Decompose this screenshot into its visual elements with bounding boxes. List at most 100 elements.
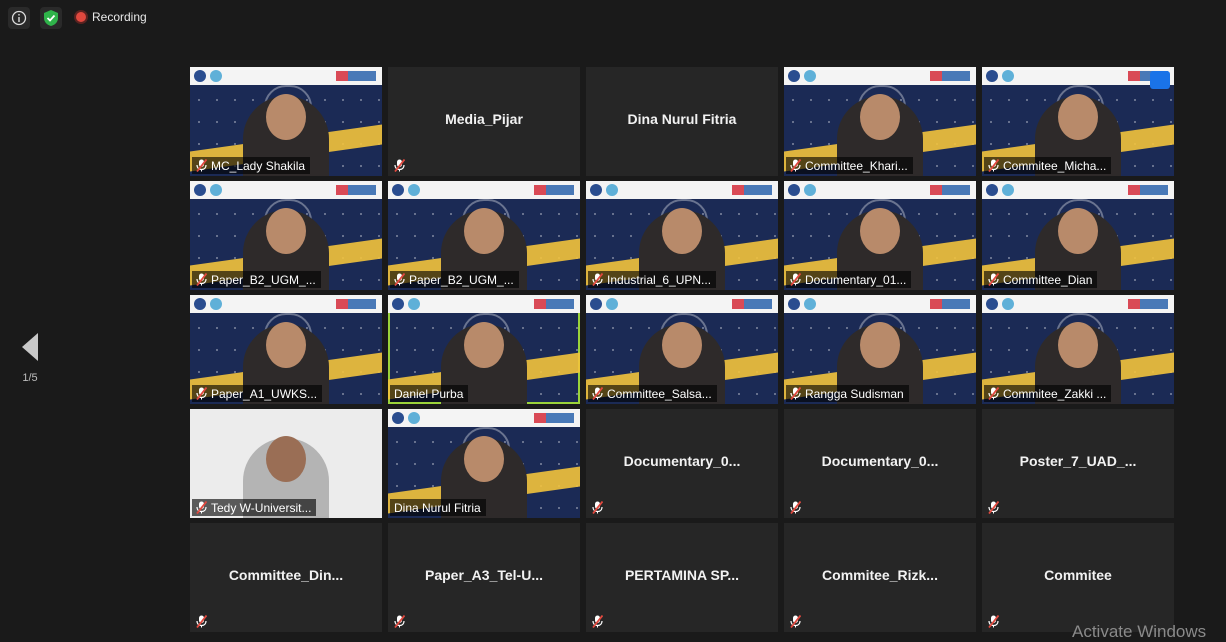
sponsor-banner (190, 67, 382, 85)
muted-mic-icon (196, 501, 207, 514)
participant-tile[interactable]: Commitee_Zakki ... (982, 295, 1174, 404)
participant-label (984, 613, 1004, 630)
muted-mic-icon (196, 387, 207, 400)
muted-mic-icon (196, 159, 207, 172)
participant-label (786, 613, 806, 630)
participant-tile[interactable]: Industrial_6_UPN... (586, 181, 778, 290)
participant-name: Paper_B2_UGM_... (409, 272, 514, 287)
participant-label (588, 157, 597, 174)
participant-tile[interactable]: Rangga Sudisman (784, 295, 976, 404)
muted-mic-icon (592, 501, 603, 514)
participant-tile[interactable]: Daniel Purba (388, 295, 580, 404)
participant-name-center: Media_Pijar (445, 111, 523, 127)
sponsor-banner (784, 67, 976, 85)
recording-dot-icon (76, 12, 86, 22)
participant-label (984, 499, 1004, 516)
muted-mic-icon (988, 387, 999, 400)
muted-mic-icon (394, 615, 405, 628)
recording-indicator[interactable]: Recording (76, 10, 147, 24)
participant-label: Commitee_Micha... (984, 157, 1112, 174)
participant-name-center: Documentary_0... (623, 453, 741, 469)
participant-name-center: Commitee (1044, 567, 1112, 583)
sponsor-banner (982, 67, 1174, 85)
previous-page-arrow-icon[interactable] (20, 332, 40, 362)
participant-tile[interactable]: PERTAMINA SP... (586, 523, 778, 632)
participant-tile[interactable]: Documentary_0... (784, 409, 976, 518)
participant-name: Committee_Khari... (805, 158, 908, 173)
muted-mic-icon (988, 501, 999, 514)
muted-mic-icon (790, 159, 801, 172)
participant-label (588, 613, 608, 630)
participant-name-center: Poster_7_UAD_... (1019, 453, 1137, 469)
participant-tile[interactable]: Committee_Khari... (784, 67, 976, 176)
muted-mic-icon (592, 615, 603, 628)
participant-tile[interactable]: Tedy W-Universit... (190, 409, 382, 518)
sponsor-banner (190, 181, 382, 199)
muted-mic-icon (196, 615, 207, 628)
shield-check-icon[interactable] (40, 7, 62, 29)
muted-mic-icon (790, 387, 801, 400)
participant-name: MC_Lady Shakila (211, 158, 306, 173)
participant-tile[interactable]: Commitee (982, 523, 1174, 632)
participant-tile[interactable]: Committee_Dian (982, 181, 1174, 290)
muted-mic-icon (790, 501, 801, 514)
participant-name-center: Commitee_Rizk... (822, 567, 938, 583)
participant-name: Paper_A1_UWKS... (211, 386, 318, 401)
participant-tile[interactable]: MC_Lady Shakila (190, 67, 382, 176)
sponsor-banner (388, 295, 580, 313)
sponsor-banner (784, 295, 976, 313)
participant-tile[interactable]: Documentary_0... (586, 409, 778, 518)
participant-name: Paper_B2_UGM_... (211, 272, 316, 287)
participant-tile[interactable]: Committee_Din... (190, 523, 382, 632)
activate-windows-watermark: Activate Windows (1072, 622, 1207, 641)
participant-label: Daniel Purba (390, 385, 469, 402)
participant-name: Rangga Sudisman (805, 386, 904, 401)
gallery-pager: 1/5 (14, 332, 46, 384)
participant-name: Committee_Dian (1003, 272, 1093, 287)
participant-label: MC_Lady Shakila (192, 157, 311, 174)
participant-name: Commitee_Micha... (1003, 158, 1107, 173)
muted-mic-icon (988, 159, 999, 172)
participant-name: Committee_Salsa... (607, 386, 712, 401)
participant-name-center: Dina Nurul Fitria (627, 111, 737, 127)
participant-name-center: PERTAMINA SP... (624, 567, 740, 583)
info-icon[interactable] (8, 7, 30, 29)
muted-mic-icon (394, 159, 405, 172)
participant-tile[interactable]: Media_Pijar (388, 67, 580, 176)
participant-name: Dina Nurul Fitria (394, 500, 481, 515)
participant-label: Tedy W-Universit... (192, 499, 317, 516)
muted-mic-icon (988, 273, 999, 286)
sponsor-banner (586, 295, 778, 313)
participant-tile[interactable]: Poster_7_UAD_... (982, 409, 1174, 518)
muted-mic-icon (988, 615, 999, 628)
sponsor-banner (388, 409, 580, 427)
participant-tile[interactable]: Dina Nurul Fitria (586, 67, 778, 176)
participant-tile[interactable]: Paper_B2_UGM_... (388, 181, 580, 290)
participant-label (588, 499, 608, 516)
participant-label: Commitee_Zakki ... (984, 385, 1112, 402)
meeting-top-bar: Recording (0, 0, 1226, 34)
recording-label: Recording (92, 10, 147, 24)
participant-tile[interactable]: Paper_A3_Tel-U... (388, 523, 580, 632)
muted-mic-icon (592, 387, 603, 400)
muted-mic-icon (196, 273, 207, 286)
participant-tile[interactable]: Paper_A1_UWKS... (190, 295, 382, 404)
sponsor-banner (982, 181, 1174, 199)
participant-tile[interactable]: Commitee_Micha... (982, 67, 1174, 176)
participant-name-center: Committee_Din... (228, 567, 344, 583)
participant-name: Tedy W-Universit... (211, 500, 312, 515)
participant-tile[interactable]: Dina Nurul Fitria (388, 409, 580, 518)
participant-label: Paper_A1_UWKS... (192, 385, 323, 402)
participant-name: Documentary_01... (805, 272, 907, 287)
participant-label (786, 499, 806, 516)
participant-label (390, 613, 410, 630)
participant-tile[interactable]: Committee_Salsa... (586, 295, 778, 404)
participant-name: Industrial_6_UPN... (607, 272, 712, 287)
participant-tile[interactable]: Documentary_01... (784, 181, 976, 290)
participant-label: Paper_B2_UGM_... (192, 271, 321, 288)
sponsor-banner (784, 181, 976, 199)
participant-label (390, 157, 410, 174)
participant-tile[interactable]: Paper_B2_UGM_... (190, 181, 382, 290)
participant-tile[interactable]: Commitee_Rizk... (784, 523, 976, 632)
participant-name-center: Documentary_0... (821, 453, 939, 469)
